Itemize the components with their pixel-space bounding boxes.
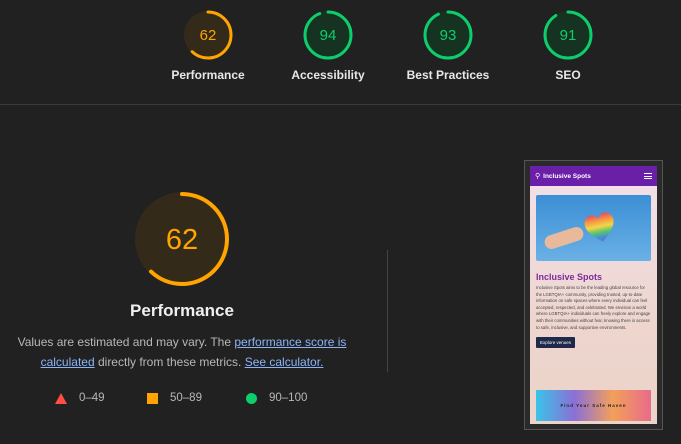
score-legend: 0–49 50–89 90–100 (0, 392, 381, 410)
page-preview: ⚲ Inclusive Spots Inclusive Spots Inclus… (530, 166, 657, 424)
hamburger-menu-icon (644, 173, 652, 179)
gauge-score: 93 (440, 27, 457, 44)
preview-explore-button: Explore venues (536, 337, 576, 349)
preview-paragraph: Inclusive Spots aims to be the leading g… (536, 285, 651, 330)
final-screenshot-thumbnail[interactable]: ⚲ Inclusive Spots Inclusive Spots Inclus… (524, 160, 663, 430)
gauge-label: SEO (555, 68, 581, 82)
preview-navbar: ⚲ Inclusive Spots (530, 166, 657, 186)
legend-pass: 90–100 (246, 392, 307, 404)
rainbow-heart-icon (584, 212, 614, 242)
gauge-accessibility[interactable]: 94 Accessibility (268, 9, 388, 82)
gauge-ring: 91 (543, 10, 593, 60)
lighthouse-report: 62 Performance 94 Accessibility 93 Best … (0, 0, 681, 444)
hero-image (536, 195, 651, 261)
gauge-performance[interactable]: 62 Performance (148, 9, 268, 82)
gauge-score: 62 (200, 27, 217, 44)
gauge-ring: 93 (423, 10, 473, 60)
desc-text-2: directly from these metrics. (94, 355, 245, 369)
gauge-label: Accessibility (291, 68, 365, 82)
header-divider (0, 104, 681, 105)
see-calculator-link[interactable]: See calculator. (245, 355, 324, 369)
legend-range: 0–49 (79, 392, 105, 404)
preview-banner: Find Your Safe Haven (536, 390, 651, 421)
triangle-icon (55, 392, 67, 404)
section-divider (387, 250, 388, 372)
gauge-label: Best Practices (406, 68, 490, 82)
logo-icon: ⚲ (535, 173, 541, 180)
score-gauges-row: 62 Performance 94 Accessibility 93 Best … (0, 0, 681, 104)
square-icon (147, 392, 158, 404)
legend-fail: 0–49 (55, 392, 105, 404)
gauge-score: 94 (320, 27, 337, 44)
gauge-label: Performance (171, 68, 245, 82)
performance-description: Values are estimated and may vary. The p… (12, 332, 352, 372)
preview-heading: Inclusive Spots (536, 272, 603, 282)
gauge-best-practices[interactable]: 93 Best Practices (388, 9, 508, 82)
legend-range: 90–100 (269, 392, 308, 404)
gauge-ring: 62 (183, 10, 233, 60)
desc-text-1: Values are estimated and may vary. The (17, 335, 235, 349)
performance-title: Performance (130, 301, 234, 320)
hand-shape (542, 225, 586, 251)
performance-gauge-large: 62 (135, 192, 229, 286)
gauge-score: 91 (560, 27, 577, 44)
preview-brand: Inclusive Spots (543, 172, 591, 180)
gauge-ring: 94 (303, 10, 353, 60)
gauge-seo[interactable]: 91 SEO (508, 9, 628, 82)
legend-average: 50–89 (147, 392, 202, 404)
legend-range: 50–89 (170, 392, 202, 404)
circle-icon (246, 392, 257, 404)
performance-score-large: 62 (166, 224, 198, 256)
